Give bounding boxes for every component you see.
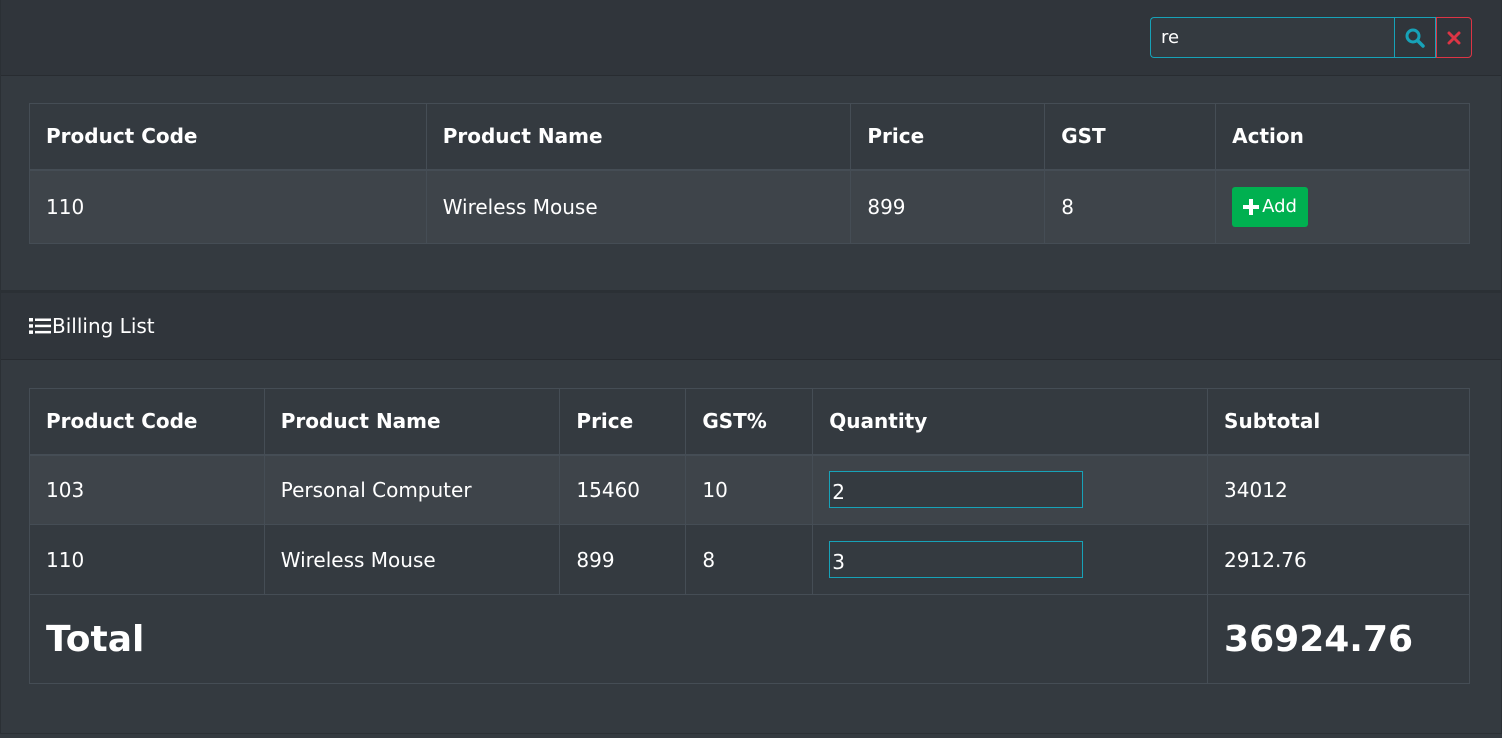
column-header-price: Price bbox=[850, 103, 1046, 171]
product-code-cell: 103 bbox=[29, 454, 265, 525]
plus-icon bbox=[1243, 198, 1260, 215]
quantity-cell bbox=[812, 454, 1209, 525]
quantity-input[interactable] bbox=[829, 541, 1084, 578]
gst-cell: 8 bbox=[1044, 169, 1217, 244]
price-cell: 899 bbox=[850, 169, 1046, 244]
table-header-row: Product Code Product Name Price GST% Qua… bbox=[29, 388, 1470, 456]
action-cell: Add bbox=[1215, 169, 1470, 244]
total-row: Total 36924.76 bbox=[28, 594, 1470, 684]
price-cell: 899 bbox=[559, 524, 687, 595]
billing-table: Product Code Product Name Price GST% Qua… bbox=[28, 388, 1470, 684]
column-header-gst: GST bbox=[1044, 103, 1217, 171]
column-header-quantity: Quantity bbox=[812, 388, 1209, 456]
search-header bbox=[1, 0, 1501, 76]
quantity-input[interactable] bbox=[829, 471, 1084, 509]
column-header-action: Action bbox=[1215, 103, 1470, 171]
column-header-product-name: Product Name bbox=[263, 388, 561, 456]
search-button[interactable] bbox=[1394, 17, 1436, 58]
column-header-subtotal: Subtotal bbox=[1207, 388, 1470, 456]
search-input[interactable] bbox=[1150, 17, 1394, 58]
product-name-cell: Wireless Mouse bbox=[263, 524, 561, 595]
table-row: 103 Personal Computer 15460 10 34012 bbox=[29, 454, 1470, 525]
total-label: Total bbox=[28, 594, 1209, 684]
column-header-price: Price bbox=[559, 388, 687, 456]
list-icon bbox=[29, 318, 51, 334]
subtotal-cell: 34012 bbox=[1207, 454, 1470, 525]
column-header-product-code: Product Code bbox=[29, 388, 265, 456]
product-code-cell: 110 bbox=[29, 169, 427, 244]
column-header-product-code: Product Code bbox=[29, 103, 427, 171]
table-header-row: Product Code Product Name Price GST Acti… bbox=[29, 103, 1470, 171]
column-header-gst-percent: GST% bbox=[685, 388, 814, 456]
billing-header: Billing List bbox=[1, 293, 1501, 360]
add-button-label: Add bbox=[1262, 196, 1297, 218]
gst-cell: 8 bbox=[685, 524, 814, 595]
product-name-cell: Personal Computer bbox=[263, 454, 561, 525]
product-table: Product Code Product Name Price GST Acti… bbox=[29, 103, 1470, 244]
close-icon bbox=[1447, 31, 1461, 44]
subtotal-cell: 2912.76 bbox=[1207, 524, 1470, 595]
column-header-product-name: Product Name bbox=[425, 103, 852, 171]
total-value: 36924.76 bbox=[1207, 594, 1470, 684]
product-code-cell: 110 bbox=[29, 524, 265, 595]
clear-search-button[interactable] bbox=[1436, 17, 1472, 58]
search-icon bbox=[1405, 28, 1425, 48]
table-row: 110 Wireless Mouse 899 8 2912.76 bbox=[29, 524, 1470, 595]
billing-title: Billing List bbox=[52, 314, 155, 338]
product-name-cell: Wireless Mouse bbox=[425, 169, 852, 244]
quantity-cell bbox=[812, 524, 1209, 595]
gst-cell: 10 bbox=[685, 454, 814, 525]
price-cell: 15460 bbox=[559, 454, 687, 525]
table-row: 110 Wireless Mouse 899 8 Add bbox=[29, 169, 1470, 244]
search-group bbox=[1150, 17, 1472, 58]
add-button[interactable]: Add bbox=[1232, 186, 1308, 227]
